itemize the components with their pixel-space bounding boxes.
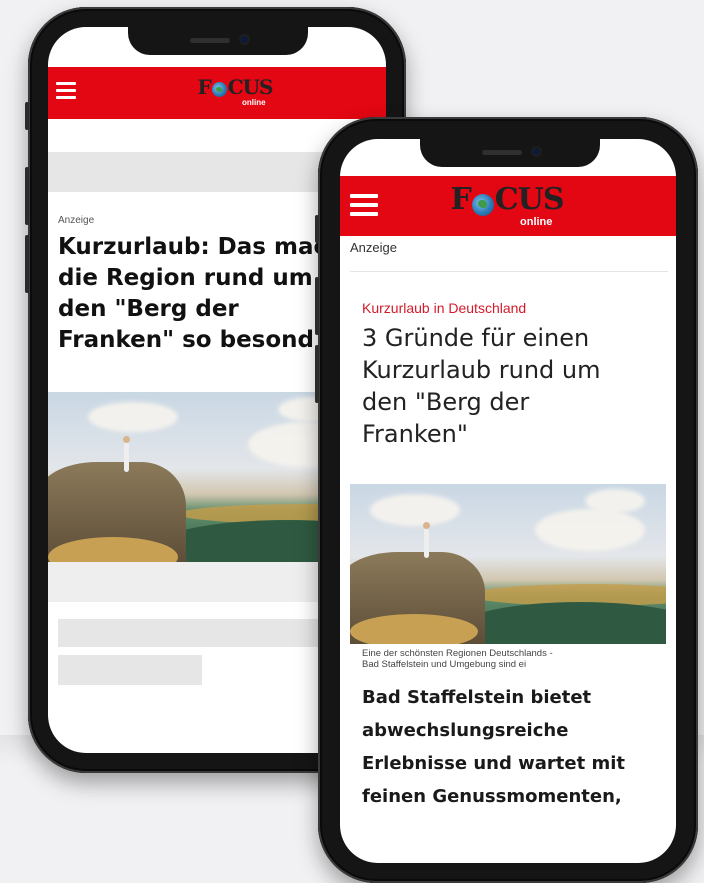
article-headline[interactable]: 3 Gründe für einen Kurzurlaub rund um de… [362, 322, 672, 450]
back-header: F CUS online [48, 67, 386, 119]
hamburger-menu-icon[interactable] [350, 194, 378, 216]
divider [350, 271, 668, 272]
ad-label: Anzeige [350, 240, 397, 255]
front-screen: F CUS online Anzeige Kurzurlaub in Deutsc… [340, 139, 676, 863]
focus-logo[interactable]: F CUS online [180, 75, 290, 111]
globe-logo-icon [471, 193, 494, 216]
globe-logo-icon [211, 82, 227, 97]
article-image [350, 484, 666, 644]
hamburger-menu-icon[interactable] [56, 82, 76, 99]
article-kicker[interactable]: Kurzurlaub in Deutschland [362, 300, 526, 316]
logo-sub: online [520, 216, 553, 228]
logo-text-back: FOCUS [0, 0, 1, 1]
front-header: F CUS online [340, 176, 676, 236]
logo-sub: online [242, 98, 266, 107]
front-phone: F CUS online Anzeige Kurzurlaub in Deutsc… [315, 117, 698, 883]
article-body: Bad Staffelstein bietet abwechslungsreic… [362, 687, 625, 807]
ad-label: Anzeige [58, 215, 95, 226]
image-caption: Eine der schönsten Regionen Deutschlands… [362, 648, 553, 670]
placeholder-line-short [58, 655, 202, 685]
logo-text-front: FOCUS [0, 0, 1, 1]
focus-logo[interactable]: F CUS online [442, 182, 572, 228]
